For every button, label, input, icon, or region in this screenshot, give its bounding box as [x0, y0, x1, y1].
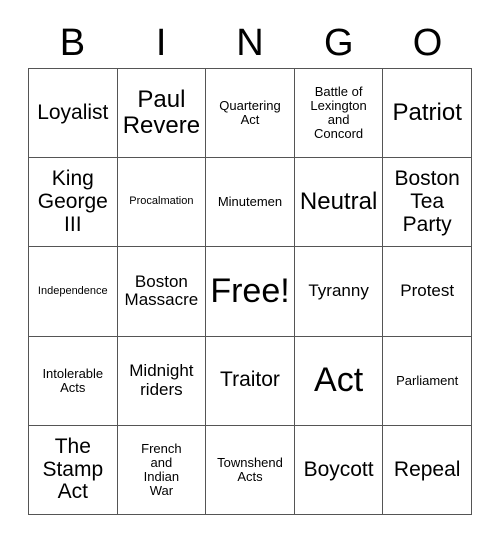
bingo-cell-label: Neutral: [299, 188, 378, 216]
bingo-cell[interactable]: Free!: [206, 247, 295, 337]
bingo-card: B I N G O Loyalist Paul Revere Quartering …: [0, 0, 500, 544]
bingo-cell[interactable]: Midnight riders: [117, 336, 207, 426]
bingo-cell-label: Battle of Lexington and Concord: [310, 84, 367, 142]
bingo-cell-label: Townshend Acts: [217, 454, 283, 484]
bingo-cell-label: Free!: [210, 272, 290, 311]
bingo-cell-label: Boston Massacre: [124, 272, 199, 310]
bingo-cell[interactable]: Boston Tea Party: [383, 158, 472, 248]
bingo-cell[interactable]: Act: [294, 336, 384, 426]
bingo-cell-label: Quartering Act: [219, 98, 281, 128]
bingo-cell[interactable]: The Stamp Act: [29, 425, 118, 515]
header-letter-n: N: [236, 22, 264, 64]
bingo-cell[interactable]: Procalmation: [117, 158, 207, 248]
bingo-cell-label: Procalmation: [129, 195, 194, 208]
bingo-cell-label: Loyalist: [37, 100, 109, 124]
bingo-grid: Loyalist Paul Revere Quartering Act Battle …: [28, 68, 472, 515]
bingo-cell-label: Repeal: [393, 457, 461, 481]
bingo-header: B I N G O: [28, 18, 472, 68]
bingo-cell-label: Boycott: [303, 457, 374, 481]
header-letter-o: O: [412, 22, 443, 64]
bingo-cell-label: Minutemen: [217, 194, 283, 210]
bingo-cell[interactable]: King George III: [29, 158, 118, 248]
bingo-cell[interactable]: Patriot: [383, 69, 472, 159]
bingo-cell-label: Independence: [37, 284, 108, 297]
bingo-cell-label: Protest: [400, 281, 455, 301]
bingo-cell-label: Traitor: [220, 368, 280, 392]
bingo-cell-label: Paul Revere: [122, 86, 201, 140]
bingo-cell[interactable]: Protest: [383, 247, 472, 337]
bingo-cell-label: King George III: [37, 167, 108, 236]
bingo-cell[interactable]: Boycott: [294, 425, 384, 515]
bingo-cell-label: Intolerable Acts: [42, 365, 104, 395]
bingo-cell[interactable]: Intolerable Acts: [29, 336, 118, 426]
bingo-cell-label: Tyranny: [308, 281, 369, 301]
bingo-cell[interactable]: Neutral: [294, 158, 384, 248]
bingo-cell-label: Boston Tea Party: [394, 167, 460, 236]
bingo-cell-label: Patriot: [392, 99, 462, 127]
bingo-cell[interactable]: Minutemen: [206, 158, 295, 248]
bingo-cell[interactable]: Boston Massacre: [117, 247, 207, 337]
bingo-cell[interactable]: Battle of Lexington and Concord: [294, 69, 384, 159]
bingo-cell-label: Midnight riders: [129, 361, 194, 399]
bingo-cell[interactable]: Quartering Act: [206, 69, 295, 159]
bingo-cell[interactable]: Independence: [29, 247, 118, 337]
bingo-cell[interactable]: Paul Revere: [117, 69, 207, 159]
header-letter-i: I: [155, 22, 167, 64]
bingo-cell[interactable]: Repeal: [383, 425, 472, 515]
header-letter-b: B: [59, 22, 86, 64]
bingo-cell-label: Act: [314, 361, 364, 400]
bingo-cell-label: The Stamp Act: [42, 434, 104, 504]
bingo-cell[interactable]: Townshend Acts: [206, 425, 295, 515]
bingo-cell-label: Parliament: [396, 372, 459, 388]
bingo-cell-label: French and Indian War: [141, 440, 182, 498]
bingo-cell[interactable]: French and Indian War: [117, 425, 207, 515]
bingo-cell[interactable]: Loyalist: [29, 69, 118, 159]
bingo-cell[interactable]: Tyranny: [294, 247, 384, 337]
bingo-cell[interactable]: Traitor: [206, 336, 295, 426]
bingo-cell[interactable]: Parliament: [383, 336, 472, 426]
header-letter-g: G: [324, 22, 354, 64]
